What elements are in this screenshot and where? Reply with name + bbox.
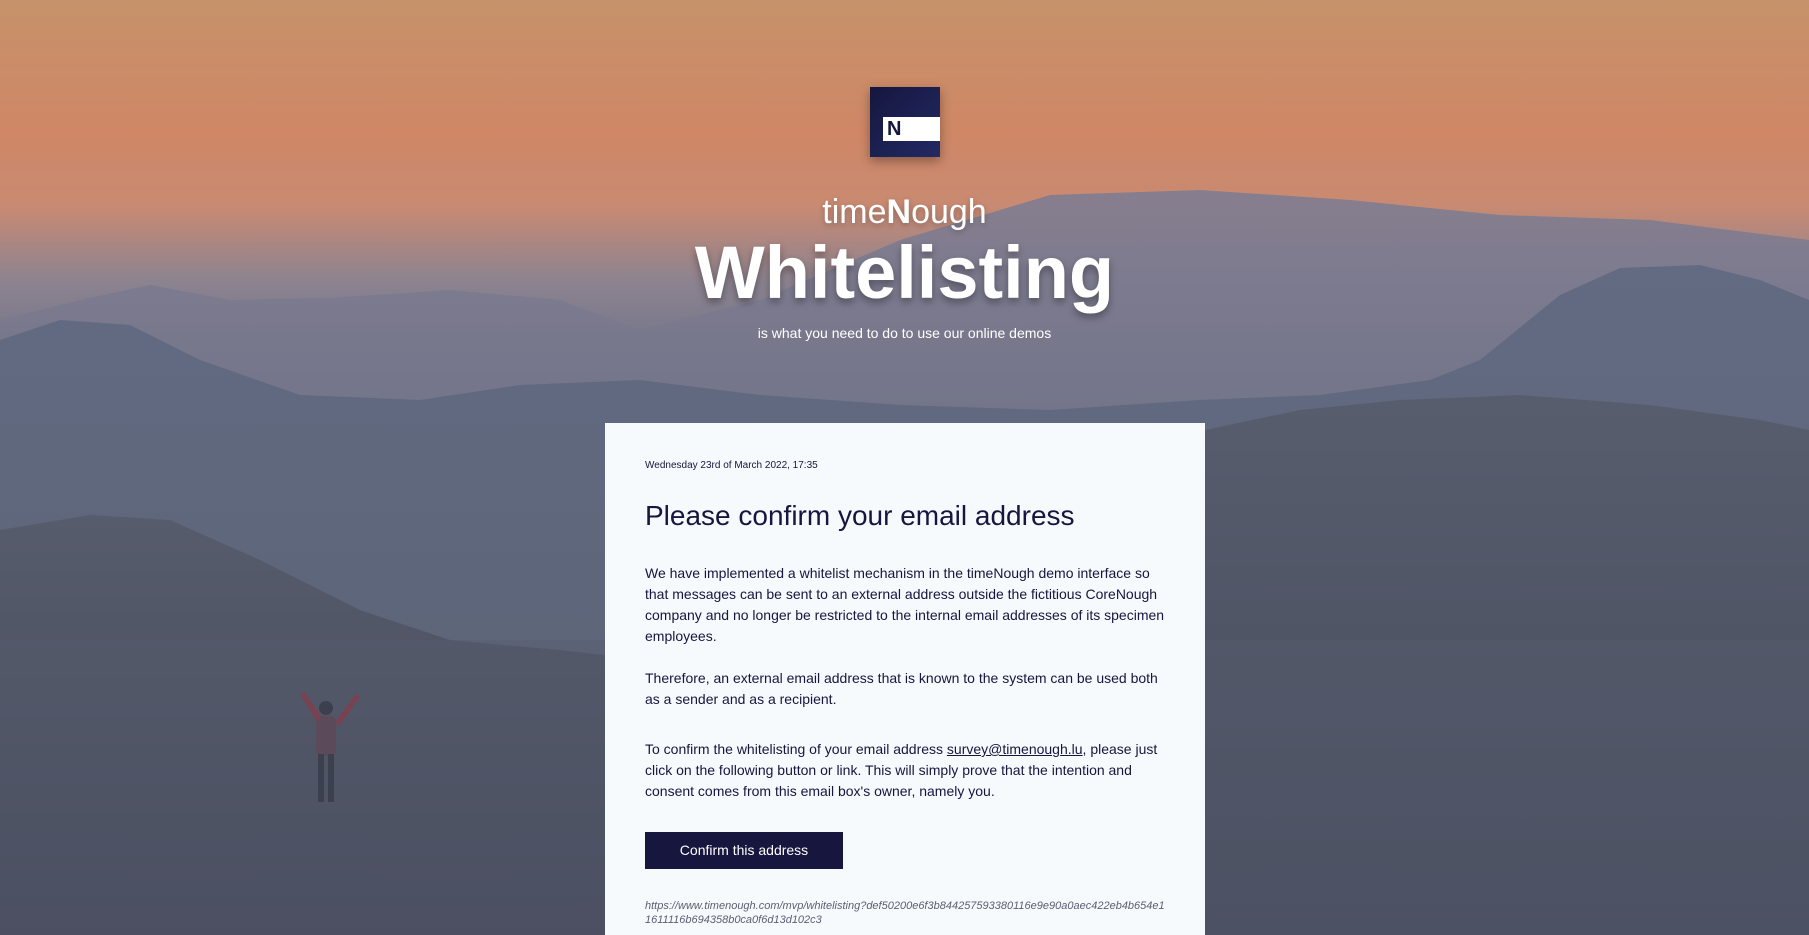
logo-bar: N xyxy=(883,117,940,141)
confirm-address-button[interactable]: Confirm this address xyxy=(645,832,843,869)
brand-name: timeNough xyxy=(0,192,1809,232)
logo-letter: N xyxy=(887,118,902,140)
email-paragraph-3: To confirm the whitelisting of your emai… xyxy=(645,739,1165,802)
page-tagline: is what you need to do to use our online… xyxy=(757,325,1052,341)
email-title: Please confirm your email address xyxy=(645,500,1075,531)
paragraph-3-intro: To confirm the whitelisting of your emai… xyxy=(645,741,947,757)
page-background: N timeNough Whitelisting is what you nee… xyxy=(0,0,1809,935)
brand-name-prefix: time xyxy=(822,193,887,231)
email-paragraph-1: We have implemented a whitelist mechanis… xyxy=(645,565,1165,644)
brand-name-suffix: ough xyxy=(911,193,987,231)
confirm-url-link[interactable]: https://www.timenough.com/mvp/whitelisti… xyxy=(645,899,1165,927)
email-date: Wednesday 23rd of March 2022, 17:35 xyxy=(645,460,818,471)
timenough-logo: N xyxy=(870,87,940,157)
page-headline: Whitelisting xyxy=(694,231,1115,314)
email-card: Wednesday 23rd of March 2022, 17:35 Plea… xyxy=(605,423,1205,935)
brand-name-bold: N xyxy=(886,193,912,231)
email-address-link[interactable]: survey@timenough.lu xyxy=(947,741,1083,757)
email-paragraph-2: Therefore, an external email address tha… xyxy=(645,670,1158,707)
